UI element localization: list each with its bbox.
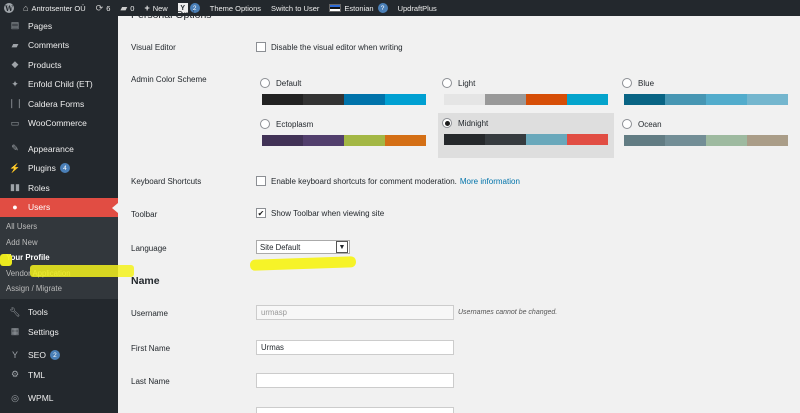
updraftplus-link[interactable]: UpdraftPlus [393,0,442,16]
toolbar-checkbox[interactable]: ✔ [256,208,266,218]
color-scheme-blue[interactable]: Blue [618,73,794,118]
wordpress-logo-icon[interactable]: W [0,0,18,16]
keyboard-shortcuts-label: Keyboard Shortcuts [131,177,202,186]
menu-item-wpml[interactable]: ◎ WPML [0,389,118,409]
settings-icon: ▦ [10,326,20,337]
tools-icon: 🔧︎ [9,306,21,317]
name-section-title: Name [131,275,160,287]
comments-icon: ▰ [11,39,19,50]
tml-gear-icon: ⚙ [10,369,20,380]
last-name-label: Last Name [131,377,170,386]
users-submenu: All Users Add New Your Profile Vendor Ap… [0,217,118,299]
site-name-link[interactable]: ⌂ Antrotsenter OÜ [18,0,91,16]
scheme-default-palette [262,94,426,105]
color-scheme-midnight[interactable]: Midnight [438,113,614,158]
products-icon: ◆ [11,59,19,70]
menu-item-woocommerce[interactable]: ▭ WooCommerce [0,114,118,134]
scheme-midnight-radio[interactable] [442,118,452,128]
scheme-midnight-palette [444,134,608,145]
theme-options-link[interactable]: Theme Options [205,0,266,16]
scheme-light-palette [444,94,608,105]
seo-icon: Y [11,350,18,361]
menu-item-seo[interactable]: Y SEO 2 [0,346,118,366]
help-icon: ? [377,3,388,13]
comment-bubble-icon: ▰ [120,2,128,13]
visual-editor-checkbox[interactable] [256,42,266,52]
menu-item-users[interactable]: ● Users [0,197,118,217]
pages-icon: ▤ [10,20,20,31]
admin-sidebar: ▤ Pages ▰ Comments ◆ Products ✦ Enfold Child… [0,16,118,413]
admin-color-scheme-label: Admin Color Scheme [131,75,207,84]
username-label: Username [131,309,168,318]
menu-item-plugins[interactable]: ⚡ Plugins 4 [0,159,118,179]
last-name-field[interactable] [256,373,454,388]
appearance-icon: ✎ [11,143,19,154]
estonian-flag-icon [329,4,342,12]
scheme-ocean-radio[interactable] [622,119,632,129]
scheme-ocean-palette [624,135,788,146]
color-scheme-default[interactable]: Default [256,73,432,118]
username-description: Usernames cannot be changed. [458,309,558,316]
keyboard-shortcuts-field[interactable]: Enable keyboard shortcuts for comment mo… [256,176,520,186]
menu-item-tools[interactable]: 🔧︎ Tools [0,303,118,323]
submenu-assign-migrate[interactable]: Assign / Migrate [0,281,118,297]
updates-link[interactable]: ⟳ 6 [91,0,116,16]
roles-icon: ▮▮ [10,182,20,193]
visual-editor-label: Visual Editor [131,43,176,52]
switch-to-user-link[interactable]: Switch to User [266,0,324,16]
language-label: Language [131,244,167,253]
color-scheme-ocean[interactable]: Ocean [618,114,794,159]
home-icon: ⌂ [23,3,29,13]
scheme-default-radio[interactable] [260,78,270,88]
highlight-marker-left [0,254,12,266]
profile-content: Personal Options Visual Editor Disable t… [118,9,800,413]
plugins-icon: ⚡ [9,162,21,173]
toolbar-field[interactable]: ✔ Show Toolbar when viewing site [256,208,384,218]
username-field: urmasp [256,305,454,320]
menu-item-appearance[interactable]: ✎ Appearance [0,139,118,159]
woocommerce-icon: ▭ [10,117,20,128]
refresh-icon: ⟳ [95,2,104,13]
users-icon: ● [12,202,18,213]
scheme-blue-radio[interactable] [622,78,632,88]
admin-bar: W ⌂ Antrotsenter OÜ ⟳ 6 ▰ 0 + New Y 2 Th… [0,0,800,16]
language-select[interactable]: Site Default ▼ [256,240,350,254]
menu-item-products[interactable]: ◆ Products [0,55,118,75]
enfold-icon: ✦ [11,78,19,89]
menu-item-roles[interactable]: ▮▮ Roles [0,178,118,198]
caldera-icon: ❘❘ [8,98,24,109]
menu-item-caldera-forms[interactable]: ❘❘ Caldera Forms [0,94,118,114]
toolbar-label: Toolbar [131,210,158,219]
submenu-all-users[interactable]: All Users [0,219,118,235]
first-name-label: First Name [131,344,171,353]
personal-options-title: Personal Options [131,9,212,21]
scheme-ectoplasm-radio[interactable] [260,119,270,129]
menu-item-pages[interactable]: ▤ Pages [0,16,118,36]
language-switcher[interactable]: Estonian ? [324,0,392,16]
menu-item-tml[interactable]: ⚙ TML [0,365,118,385]
scheme-light-radio[interactable] [442,78,452,88]
scheme-ectoplasm-palette [262,135,426,146]
submenu-add-new[interactable]: Add New [0,235,118,251]
menu-item-enfold-child[interactable]: ✦ Enfold Child (ET) [0,75,118,95]
visual-editor-field[interactable]: Disable the visual editor when writing [256,42,403,52]
plugins-update-badge: 4 [59,163,70,174]
seo-notification-badge: 2 [49,350,60,361]
menu-item-settings[interactable]: ▦ Settings [0,322,118,342]
wpml-icon: ◎ [11,392,19,403]
scheme-blue-palette [624,94,788,105]
nickname-field[interactable] [256,407,454,413]
submenu-your-profile[interactable]: Your Profile [0,250,118,266]
keyboard-shortcuts-checkbox[interactable] [256,176,266,186]
first-name-field[interactable]: Urmas [256,340,454,355]
color-scheme-ectoplasm[interactable]: Ectoplasm [256,114,432,159]
menu-item-comments[interactable]: ▰ Comments [0,36,118,56]
color-scheme-light[interactable]: Light [438,73,614,118]
chevron-down-icon: ▼ [336,241,348,253]
more-information-link[interactable]: More information [460,177,520,186]
